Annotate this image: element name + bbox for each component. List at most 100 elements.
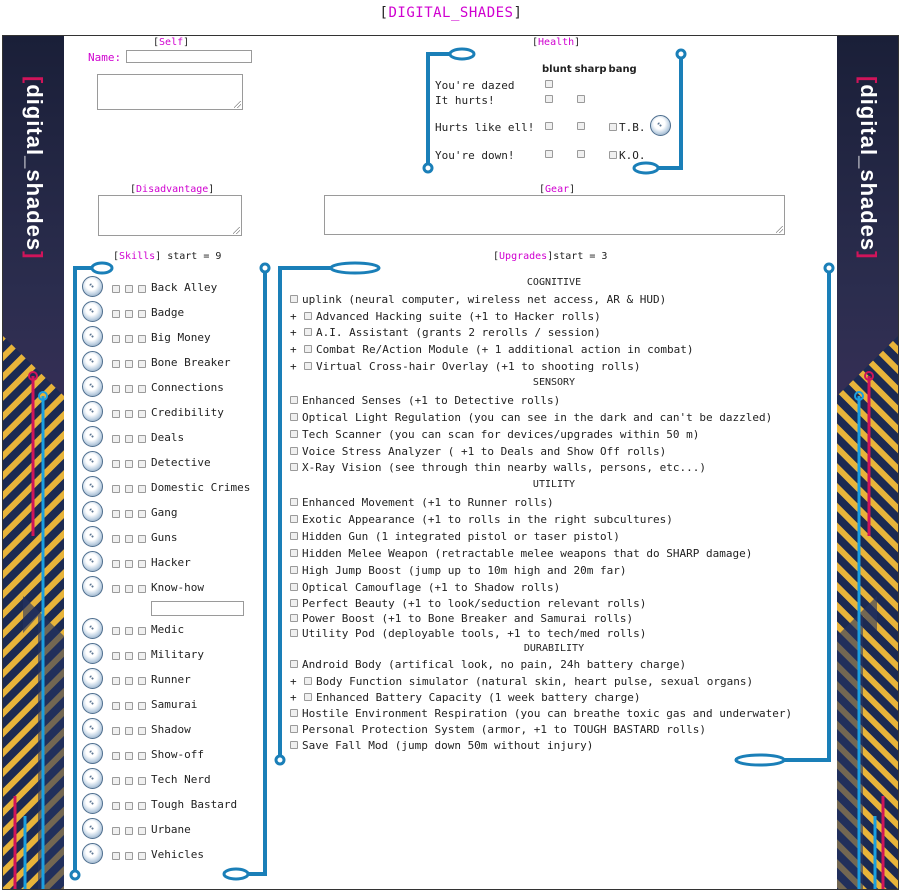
- skill-checkbox[interactable]: [138, 702, 146, 710]
- skill-checkbox[interactable]: [112, 335, 120, 343]
- dice-icon[interactable]: [82, 818, 103, 839]
- skill-checkbox[interactable]: [112, 560, 120, 568]
- upgrade-checkbox[interactable]: [304, 328, 312, 336]
- upgrade-checkbox[interactable]: [290, 532, 298, 540]
- dice-icon[interactable]: [82, 501, 103, 522]
- health-checkbox[interactable]: [545, 122, 553, 130]
- skill-checkbox[interactable]: [125, 485, 133, 493]
- skill-checkbox[interactable]: [112, 310, 120, 318]
- upgrade-checkbox[interactable]: [304, 362, 312, 370]
- skill-checkbox[interactable]: [112, 435, 120, 443]
- health-checkbox[interactable]: [577, 150, 585, 158]
- dice-icon[interactable]: [82, 793, 103, 814]
- health-checkbox[interactable]: [545, 150, 553, 158]
- skill-checkbox[interactable]: [125, 285, 133, 293]
- dice-icon[interactable]: [82, 451, 103, 472]
- skill-checkbox[interactable]: [125, 510, 133, 518]
- upgrade-checkbox[interactable]: [290, 463, 298, 471]
- upgrade-checkbox[interactable]: [290, 629, 298, 637]
- skill-checkbox[interactable]: [138, 677, 146, 685]
- skill-checkbox[interactable]: [138, 535, 146, 543]
- skill-checkbox[interactable]: [125, 410, 133, 418]
- dice-icon[interactable]: [82, 551, 103, 572]
- skill-checkbox[interactable]: [125, 585, 133, 593]
- skill-checkbox[interactable]: [125, 460, 133, 468]
- skill-checkbox[interactable]: [138, 410, 146, 418]
- skill-checkbox[interactable]: [125, 385, 133, 393]
- disadvantage-textarea[interactable]: [98, 195, 242, 236]
- name-input[interactable]: [126, 50, 252, 63]
- upgrade-checkbox[interactable]: [290, 515, 298, 523]
- upgrade-checkbox[interactable]: [290, 599, 298, 607]
- dice-icon[interactable]: [82, 351, 103, 372]
- dice-icon[interactable]: [82, 693, 103, 714]
- dice-icon[interactable]: [82, 526, 103, 547]
- dice-icon[interactable]: [82, 843, 103, 864]
- upgrade-checkbox[interactable]: [290, 566, 298, 574]
- skill-checkbox[interactable]: [125, 627, 133, 635]
- health-checkbox[interactable]: [545, 95, 553, 103]
- skill-checkbox[interactable]: [125, 827, 133, 835]
- gear-textarea[interactable]: [324, 195, 785, 235]
- skill-checkbox[interactable]: [125, 310, 133, 318]
- know-how-input[interactable]: [151, 601, 244, 616]
- skill-checkbox[interactable]: [112, 627, 120, 635]
- skill-checkbox[interactable]: [112, 410, 120, 418]
- skill-checkbox[interactable]: [138, 360, 146, 368]
- upgrade-checkbox[interactable]: [290, 498, 298, 506]
- skill-checkbox[interactable]: [112, 652, 120, 660]
- skill-checkbox[interactable]: [138, 852, 146, 860]
- health-checkbox[interactable]: [609, 151, 617, 159]
- self-notes-textarea[interactable]: [97, 74, 243, 110]
- upgrade-checkbox[interactable]: [290, 614, 298, 622]
- dice-icon[interactable]: [82, 476, 103, 497]
- health-checkbox[interactable]: [577, 122, 585, 130]
- dice-icon[interactable]: [82, 276, 103, 297]
- skill-checkbox[interactable]: [112, 585, 120, 593]
- dice-icon[interactable]: [82, 668, 103, 689]
- health-checkbox[interactable]: [609, 123, 617, 131]
- skill-checkbox[interactable]: [138, 752, 146, 760]
- dice-icon[interactable]: [82, 718, 103, 739]
- skill-checkbox[interactable]: [112, 460, 120, 468]
- skill-checkbox[interactable]: [125, 535, 133, 543]
- upgrade-checkbox[interactable]: [290, 396, 298, 404]
- dice-icon[interactable]: [82, 768, 103, 789]
- skill-checkbox[interactable]: [138, 310, 146, 318]
- skill-checkbox[interactable]: [125, 335, 133, 343]
- upgrade-checkbox[interactable]: [290, 741, 298, 749]
- skill-checkbox[interactable]: [125, 360, 133, 368]
- skill-checkbox[interactable]: [112, 360, 120, 368]
- skill-checkbox[interactable]: [138, 435, 146, 443]
- skill-checkbox[interactable]: [125, 702, 133, 710]
- dice-icon[interactable]: [82, 618, 103, 639]
- upgrade-checkbox[interactable]: [290, 447, 298, 455]
- skill-checkbox[interactable]: [125, 727, 133, 735]
- skill-checkbox[interactable]: [138, 560, 146, 568]
- skill-checkbox[interactable]: [112, 827, 120, 835]
- skill-checkbox[interactable]: [138, 802, 146, 810]
- skill-checkbox[interactable]: [138, 777, 146, 785]
- upgrade-checkbox[interactable]: [290, 583, 298, 591]
- skill-checkbox[interactable]: [138, 727, 146, 735]
- dice-icon[interactable]: [82, 576, 103, 597]
- dice-icon[interactable]: [650, 115, 671, 136]
- skill-checkbox[interactable]: [138, 460, 146, 468]
- health-checkbox[interactable]: [545, 80, 553, 88]
- skill-checkbox[interactable]: [138, 385, 146, 393]
- skill-checkbox[interactable]: [112, 510, 120, 518]
- skill-checkbox[interactable]: [112, 802, 120, 810]
- upgrade-checkbox[interactable]: [304, 693, 312, 701]
- skill-checkbox[interactable]: [125, 652, 133, 660]
- skill-checkbox[interactable]: [125, 802, 133, 810]
- skill-checkbox[interactable]: [125, 677, 133, 685]
- skill-checkbox[interactable]: [112, 777, 120, 785]
- upgrade-checkbox[interactable]: [304, 312, 312, 320]
- skill-checkbox[interactable]: [138, 510, 146, 518]
- upgrade-checkbox[interactable]: [304, 677, 312, 685]
- upgrade-checkbox[interactable]: [290, 725, 298, 733]
- skill-checkbox[interactable]: [138, 485, 146, 493]
- upgrade-checkbox[interactable]: [290, 413, 298, 421]
- skill-checkbox[interactable]: [138, 585, 146, 593]
- skill-checkbox[interactable]: [125, 752, 133, 760]
